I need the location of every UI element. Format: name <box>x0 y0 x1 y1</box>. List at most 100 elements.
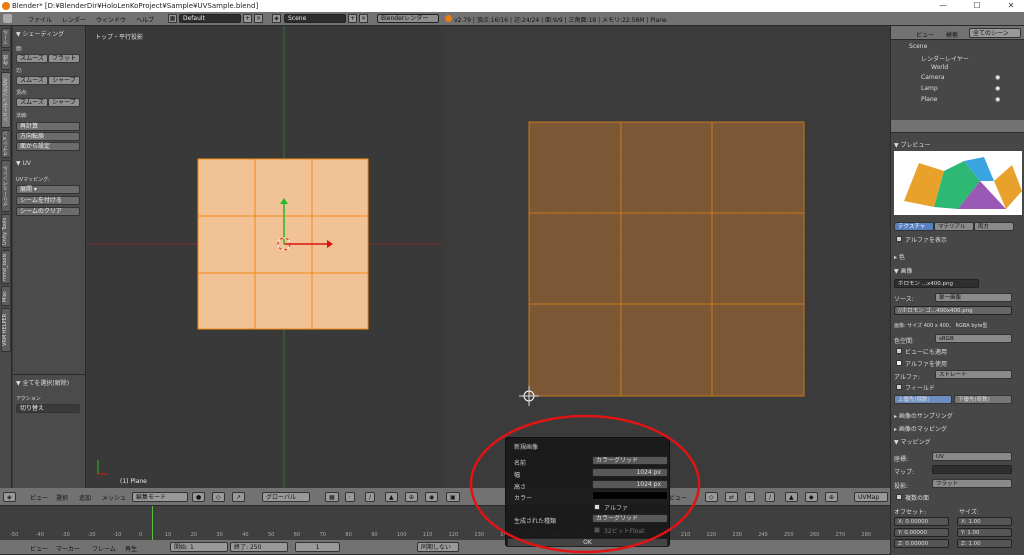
timeline-view-menu[interactable]: ビュー <box>30 544 48 553</box>
vertex-sharp-button[interactable]: シャープ <box>48 98 80 107</box>
outliner-search-menu[interactable]: 検索 <box>946 30 958 39</box>
screen-layout-icon[interactable]: ▦ <box>168 14 177 23</box>
tab-shading-uv[interactable]: シェーディング/UV <box>1 72 11 128</box>
tab-texture[interactable]: テクスチャ <box>894 222 934 231</box>
offset-x-field[interactable]: X: 0.00000 <box>894 517 949 526</box>
editor-type-uv[interactable]: ▣ <box>446 492 460 502</box>
alpha-checkbox[interactable] <box>594 504 600 510</box>
menu-file[interactable]: ファイル <box>28 15 52 24</box>
sampling-panel-title[interactable]: ▸ 画像のサンプリング <box>894 411 953 420</box>
tab-misc[interactable]: Misc <box>1 286 11 306</box>
menu-view-3d[interactable]: ビュー <box>30 493 48 502</box>
source-dropdown[interactable]: 単一画像 <box>935 293 1012 302</box>
outliner-filter-dropdown[interactable]: 全てのシーン <box>969 28 1021 38</box>
end-frame-field[interactable]: 終了: 250 <box>230 542 288 552</box>
offset-y-field[interactable]: Y: 0.00000 <box>894 528 949 537</box>
menu-mesh[interactable]: メッシュ <box>102 493 126 502</box>
projection-dropdown[interactable]: フラット <box>932 479 1012 488</box>
snap-icon[interactable]: ⊕ <box>405 492 419 502</box>
float-checkbox[interactable] <box>594 527 600 533</box>
visibility-eye-icon[interactable]: ◉ <box>995 74 1000 81</box>
pivot-icon[interactable]: ◇ <box>212 492 225 502</box>
menu-add-3d[interactable]: 追加 <box>79 493 91 502</box>
mapping-panel-title[interactable]: ▼ マッピング <box>894 437 931 446</box>
recalc-normals-button[interactable]: 再計算 <box>16 122 80 131</box>
pivot-uv-icon[interactable]: ◇ <box>705 492 718 502</box>
render-icon[interactable]: ◉ <box>425 492 439 502</box>
coords-dropdown[interactable]: UV <box>932 452 1012 461</box>
uv-vertex-icon[interactable]: ⋅ <box>745 492 755 502</box>
add-layout-button[interactable]: + <box>243 14 252 23</box>
ok-button[interactable]: OK <box>507 538 668 547</box>
view-as-render-checkbox[interactable] <box>896 348 902 354</box>
preview-panel-title[interactable]: ▼ プレビュー <box>894 140 931 149</box>
outliner-item-scene[interactable]: Scene <box>909 43 927 50</box>
edge-smooth-button[interactable]: スムーズ <box>16 76 48 85</box>
uvmap-field[interactable]: UVMap <box>854 492 888 502</box>
outliner-view-menu[interactable]: ビュー <box>916 30 934 39</box>
layer-icon[interactable]: ▦ <box>325 492 339 502</box>
alpha-mode-dropdown[interactable]: ストレート <box>935 370 1012 379</box>
use-alpha-checkbox[interactable] <box>896 360 902 366</box>
uv-edge-icon[interactable]: / <box>765 492 776 502</box>
visibility-eye-icon[interactable]: ◉ <box>995 85 1000 92</box>
editor-type-3d[interactable]: ◈ <box>3 492 16 502</box>
uv-editor[interactable] <box>443 26 889 488</box>
render-engine-dropdown[interactable]: Blenderレンダー <box>377 14 439 23</box>
show-alpha-checkbox[interactable] <box>896 236 902 242</box>
maximize-button[interactable]: ☐ <box>966 0 988 12</box>
timeline-play-menu[interactable]: 再生 <box>125 544 137 553</box>
generated-type-dropdown[interactable]: カラーグリッド <box>592 514 668 523</box>
tab-grease-pencil[interactable]: グリースペンシル <box>1 160 11 212</box>
add-scene-button[interactable]: + <box>348 14 357 23</box>
clear-seam-button[interactable]: シームのクリア <box>16 207 80 216</box>
tab-vrm-helper[interactable]: VRM HELPER <box>1 308 11 352</box>
face-smooth-button[interactable]: スムーズ <box>16 54 48 63</box>
minimize-button[interactable]: — <box>932 0 954 12</box>
tab-create[interactable]: 作成 <box>1 50 11 70</box>
start-frame-field[interactable]: 開始: 1 <box>170 542 228 552</box>
close-button[interactable]: ✕ <box>1000 0 1022 12</box>
outliner-item-camera[interactable]: Camera <box>921 74 945 81</box>
sync-dropdown[interactable]: 同期しない <box>417 542 459 552</box>
outliner-item-renderlayers[interactable]: レンダーレイヤー <box>921 54 969 63</box>
tab-options[interactable]: オプション <box>1 130 11 158</box>
image-mapping-panel-title[interactable]: ▸ 画像のマッピング <box>894 424 947 433</box>
viewport-shading-icon[interactable]: ● <box>192 492 206 502</box>
offset-z-field[interactable]: Z: 0.00000 <box>894 539 949 548</box>
scene-icon[interactable]: ◈ <box>272 14 281 23</box>
menu-help[interactable]: ヘルプ <box>136 15 154 24</box>
remove-layout-button[interactable]: × <box>254 14 263 23</box>
upper-first-button[interactable]: 上優先(偶数) <box>894 395 952 404</box>
uv-island-icon[interactable]: ◆ <box>805 492 818 502</box>
menu-render[interactable]: レンダー <box>62 15 86 24</box>
unwrap-button[interactable]: 展開 ▾ <box>16 185 80 194</box>
mark-seam-button[interactable]: シームを付ける <box>16 196 80 205</box>
uv-snap-icon[interactable]: ⊕ <box>825 492 839 502</box>
face-flat-button[interactable]: フラット <box>48 54 80 63</box>
edge-select-icon[interactable]: / <box>365 492 376 502</box>
image-name-field[interactable]: カラーグリッド <box>592 456 668 465</box>
timeline-frame-menu[interactable]: フレーム <box>92 544 116 553</box>
width-field[interactable]: 1024 px <box>592 468 668 477</box>
image-panel-title[interactable]: ▼ 画像 <box>894 266 913 275</box>
edge-sharp-button[interactable]: シャープ <box>48 76 80 85</box>
outliner-item-plane[interactable]: Plane <box>921 96 937 103</box>
scene-field[interactable]: Scene <box>284 14 346 23</box>
multi-faces-checkbox[interactable] <box>896 494 902 500</box>
mode-dropdown[interactable]: 編集モード <box>132 492 188 502</box>
current-frame-field[interactable]: 1 <box>295 542 340 552</box>
screen-layout-field[interactable]: Default <box>179 14 241 23</box>
tab-mmd-tools[interactable]: mmd_tools <box>1 250 11 284</box>
orientation-dropdown[interactable]: グローバル <box>262 492 310 502</box>
colorspace-dropdown[interactable]: sRGB <box>935 334 1012 343</box>
face-select-icon[interactable]: ▲ <box>385 492 398 502</box>
size-x-field[interactable]: X: 1.00 <box>957 517 1012 526</box>
menu-select-3d[interactable]: 選択 <box>56 493 68 502</box>
color-swatch[interactable] <box>592 491 668 500</box>
operator-panel-title[interactable]: ▼ 全てを選択(解除) <box>16 378 69 387</box>
vertex-smooth-button[interactable]: スムーズ <box>16 98 48 107</box>
tab-material[interactable]: マテリアル <box>934 222 974 231</box>
editor-type-icon[interactable] <box>3 14 12 23</box>
uv-face-icon[interactable]: ▲ <box>785 492 798 502</box>
